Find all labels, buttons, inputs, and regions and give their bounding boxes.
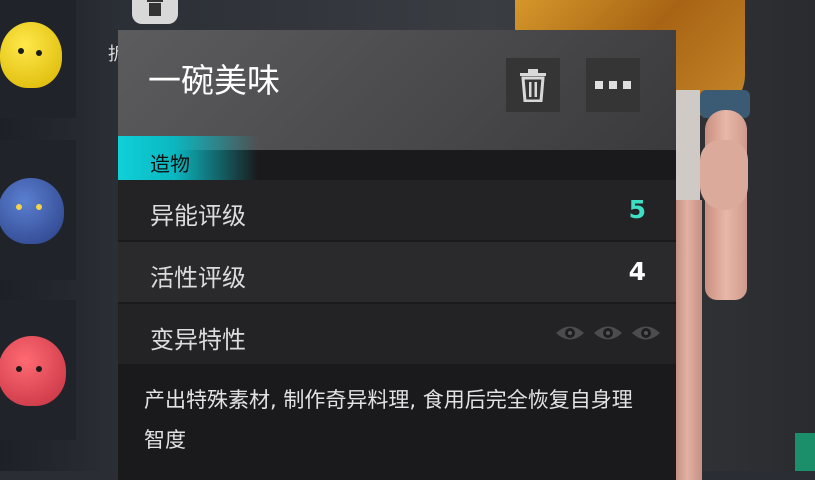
stat-label: 活性评级 — [150, 264, 246, 292]
inventory-slot-blue[interactable] — [0, 140, 76, 280]
top-trash-button[interactable] — [132, 0, 178, 24]
eye-icon — [594, 326, 622, 340]
stat-value: 5 — [628, 195, 646, 224]
trash-icon — [147, 0, 163, 16]
stat-label: 异能评级 — [150, 202, 246, 230]
stat-row-mutation: 变异特性 — [118, 304, 676, 364]
more-button[interactable] — [586, 58, 640, 112]
item-title: 一碗美味 — [148, 61, 280, 100]
category-tag: 造物 — [118, 136, 258, 180]
trash-icon — [520, 69, 546, 102]
corner-badge — [795, 433, 815, 471]
inventory-slot-red[interactable] — [0, 300, 76, 440]
mutation-icons — [554, 322, 662, 344]
stat-row-activity: 活性评级 4 — [118, 242, 676, 302]
blue-slime-icon — [0, 178, 64, 244]
item-description: 产出特殊素材, 制作奇异料理, 食用后完全恢复自身理智度 — [144, 388, 633, 452]
item-detail-panel: 一碗美味 造物 异能评级 5 活性评级 4 变异特性 产出特殊素材, 制作奇异料… — [118, 30, 676, 480]
eye-icon — [632, 326, 660, 340]
yellow-slime-icon — [0, 22, 62, 88]
inventory-slot-yellow[interactable] — [0, 0, 76, 118]
delete-button[interactable] — [506, 58, 560, 112]
character-hand — [700, 140, 748, 210]
stat-row-ability: 异能评级 5 — [118, 180, 676, 240]
category-label: 造物 — [150, 152, 190, 176]
red-slime-icon — [0, 336, 66, 406]
character-leg — [672, 200, 702, 480]
panel-header: 一碗美味 造物 — [118, 30, 676, 180]
eye-icon — [556, 326, 584, 340]
stat-value: 4 — [628, 257, 646, 286]
stat-label: 变异特性 — [150, 326, 246, 354]
more-icon — [595, 81, 631, 89]
